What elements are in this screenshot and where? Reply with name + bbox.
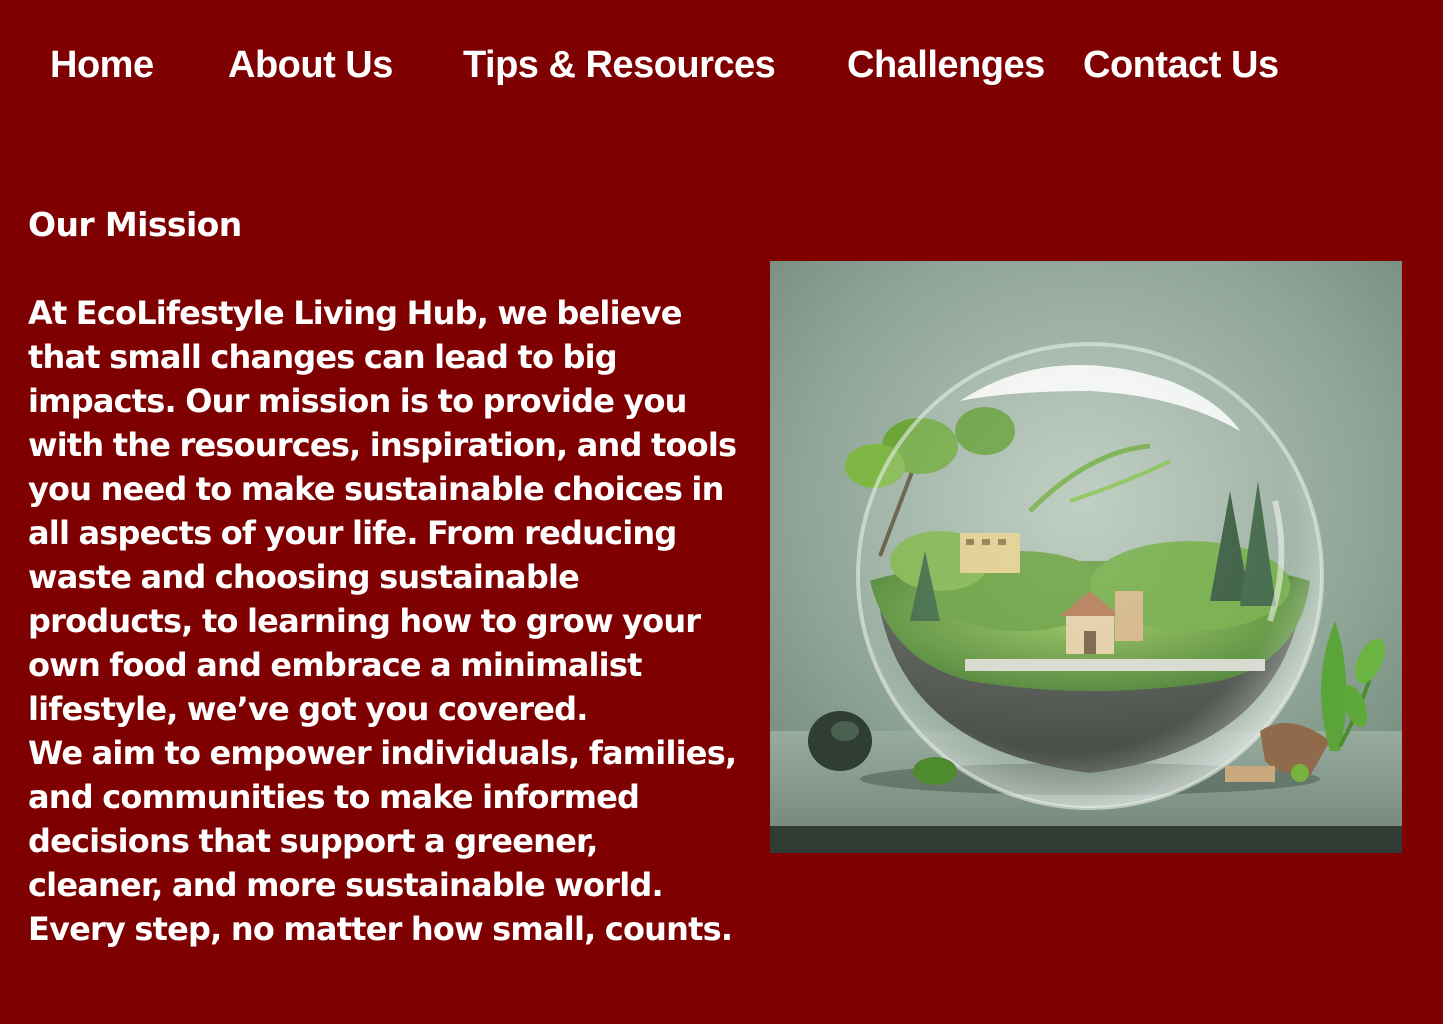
mission-line: Every step, no matter how small, counts. <box>28 910 733 948</box>
nav-link-home[interactable]: Home <box>50 40 154 90</box>
mission-line: you need to make sustainable choices in <box>28 470 724 508</box>
mission-line: At EcoLifestyle Living Hub, we believe <box>28 294 682 332</box>
nav-link-tips-resources[interactable]: Tips & Resources <box>463 40 776 90</box>
mission-paragraph: At EcoLifestyle Living Hub, we believe t… <box>28 291 758 951</box>
mission-line: with the resources, inspiration, and too… <box>28 426 737 464</box>
mission-line: and communities to make informed <box>28 778 640 816</box>
nav-link-about-us[interactable]: About Us <box>228 40 393 90</box>
mission-line: products, to learning how to grow your <box>28 602 701 640</box>
mission-line: impacts. Our mission is to provide you <box>28 382 687 420</box>
mission-line: all aspects of your life. From reducing <box>28 514 677 552</box>
mission-line: waste and choosing sustainable <box>28 558 580 596</box>
mission-line: We aim to empower individuals, families, <box>28 734 737 772</box>
mission-line: own food and embrace a minimalist <box>28 646 642 684</box>
nav-link-challenges[interactable]: Challenges <box>847 40 1045 90</box>
mission-line: decisions that support a greener, <box>28 822 598 860</box>
mission-title: Our Mission <box>28 205 242 244</box>
mission-line: lifestyle, we’ve got you covered. <box>28 690 588 728</box>
eco-globe-terrarium-image <box>770 261 1402 853</box>
nav-link-contact-us[interactable]: Contact Us <box>1083 40 1279 90</box>
mission-line: that small changes can lead to big <box>28 338 618 376</box>
mission-line: cleaner, and more sustainable world. <box>28 866 664 904</box>
